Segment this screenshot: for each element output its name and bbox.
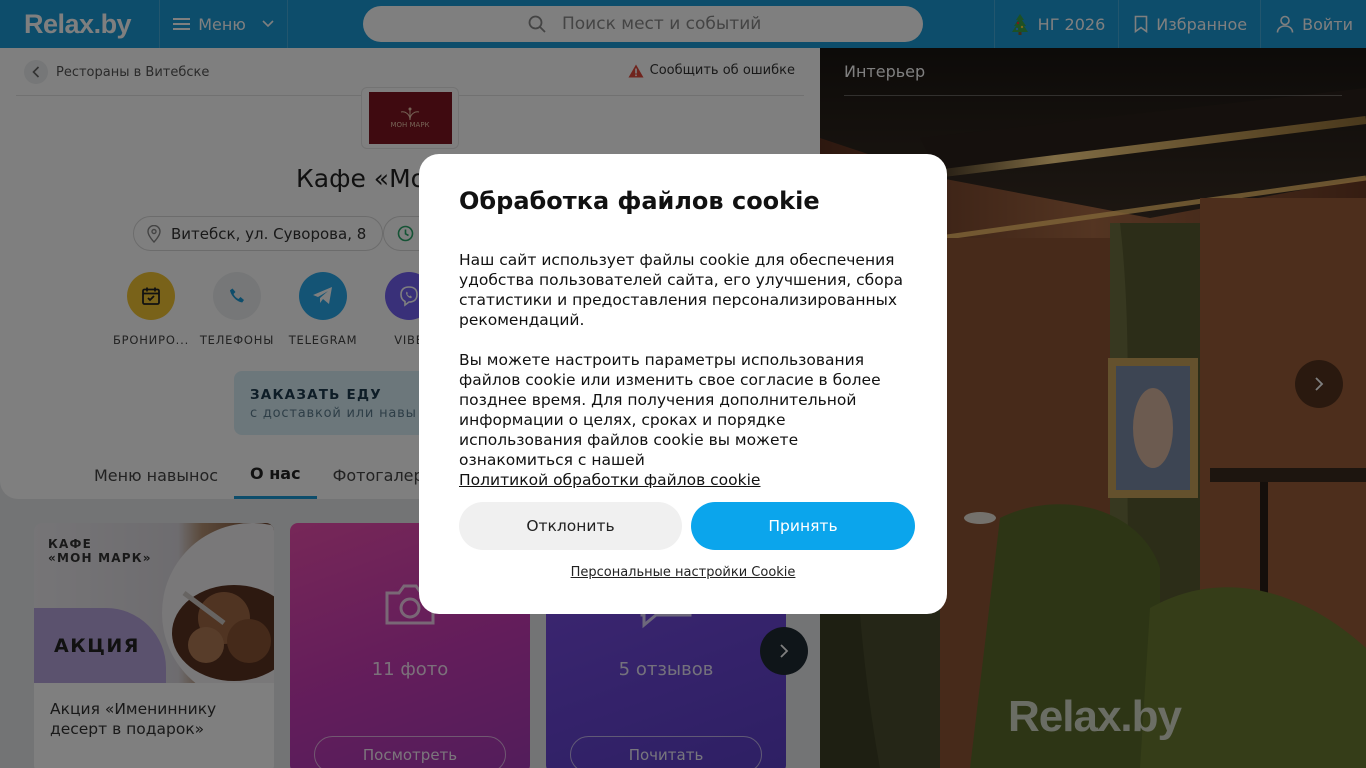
decline-button[interactable]: Отклонить xyxy=(459,502,682,550)
cookie-title: Обработка файлов cookie xyxy=(459,187,820,215)
cookie-paragraph-2: Вы можете настроить параметры использова… xyxy=(459,350,907,490)
cookie-dialog: Обработка файлов cookie Наш сайт использ… xyxy=(419,154,947,614)
cookie-paragraph-2-text: Вы можете настроить параметры использова… xyxy=(459,351,881,469)
cookie-policy-link[interactable]: Политикой обработки файлов cookie xyxy=(459,471,760,489)
accept-button[interactable]: Принять xyxy=(691,502,915,550)
cookie-paragraph-1: Наш сайт использует файлы cookie для обе… xyxy=(459,251,904,329)
cookie-settings-link[interactable]: Персональные настройки Cookie xyxy=(419,565,947,580)
cookie-buttons: Отклонить Принять xyxy=(459,502,915,550)
